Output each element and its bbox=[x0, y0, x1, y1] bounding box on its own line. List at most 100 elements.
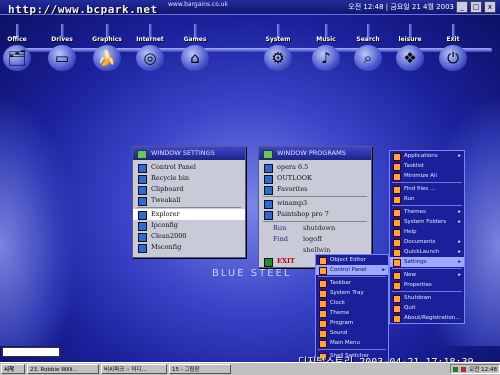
menu-item[interactable]: Program bbox=[316, 318, 388, 328]
menu-item-icon bbox=[319, 300, 327, 308]
menu-item[interactable]: Settings ▸ bbox=[390, 257, 464, 267]
item-icon bbox=[138, 164, 147, 173]
settings-item[interactable]: Recycle bin bbox=[133, 173, 245, 184]
minimize-button[interactable]: _ bbox=[456, 1, 468, 13]
dock-item-exit[interactable]: Exit ⏻ bbox=[435, 24, 471, 71]
maximize-button[interactable]: □ bbox=[470, 1, 482, 13]
desktop: http://www.bcpark.net www.bargains.co.uk… bbox=[0, 0, 500, 362]
menu-item[interactable]: New ▸ bbox=[390, 270, 464, 280]
menu-item[interactable]: About/Registration... bbox=[390, 313, 464, 323]
menu-item[interactable]: Theme bbox=[316, 308, 388, 318]
menu-item[interactable]: Object Editor bbox=[316, 255, 388, 265]
start-button[interactable]: 시작 bbox=[1, 364, 25, 374]
dock-item-graphics[interactable]: Graphics 🍌 bbox=[89, 24, 125, 71]
dock-item-games[interactable]: Games ⌂ bbox=[177, 24, 213, 71]
dock-item-music[interactable]: Music ♪ bbox=[308, 24, 344, 71]
menu-item-label: Clock bbox=[330, 300, 345, 306]
menu-item-icon bbox=[319, 330, 327, 338]
run-row[interactable]: Find logoff bbox=[259, 234, 371, 245]
menu-item[interactable]: System Folders ▸ bbox=[390, 217, 464, 227]
menu-item-label: Main Menu bbox=[330, 340, 360, 346]
menu-item-icon bbox=[393, 209, 401, 217]
program-item[interactable]: winamp3 bbox=[259, 198, 371, 209]
settings-item[interactable]: Control Panel bbox=[133, 162, 245, 173]
tray-icon[interactable] bbox=[453, 366, 459, 372]
item-icon bbox=[264, 200, 273, 209]
run-key: Run bbox=[273, 224, 287, 232]
run-value: shutdown bbox=[303, 224, 336, 232]
run-row[interactable]: Run shutdown bbox=[259, 223, 371, 234]
close-button[interactable]: x bbox=[484, 1, 496, 13]
divider bbox=[392, 291, 462, 292]
menu-item[interactable]: Sound bbox=[316, 328, 388, 338]
settings-item[interactable]: Msconfig bbox=[133, 242, 245, 253]
item-label: Control Panel bbox=[151, 163, 196, 171]
settings-item[interactable]: Explorer bbox=[133, 209, 245, 220]
menu-item-icon bbox=[319, 310, 327, 318]
menu-item-label: Applications bbox=[404, 153, 438, 159]
item-icon bbox=[138, 175, 147, 184]
menu-item[interactable]: Quit bbox=[390, 303, 464, 313]
dock-item-internet[interactable]: Internet ◎ bbox=[132, 24, 168, 71]
item-label: Favorites bbox=[277, 185, 308, 193]
system-icon: ⚙ bbox=[264, 45, 292, 71]
menu-item[interactable]: Themes ▸ bbox=[390, 207, 464, 217]
panel-icon bbox=[263, 150, 273, 159]
menu-item-icon bbox=[319, 320, 327, 328]
taskbar-button[interactable]: 15 - 그림판 bbox=[169, 364, 231, 374]
item-label: Tweakall bbox=[151, 196, 181, 204]
program-item[interactable]: opera 6.5 bbox=[259, 162, 371, 173]
menu-item-label: Quit bbox=[404, 305, 416, 311]
menu-item-label: Help bbox=[404, 229, 417, 235]
main-menu: Applications ▸ Tasklist Minimize All Find fi… bbox=[389, 150, 465, 324]
menu-item[interactable]: Documents ▸ bbox=[390, 237, 464, 247]
menu-item[interactable]: Minimize All bbox=[390, 171, 464, 181]
menu-item[interactable]: Run bbox=[390, 194, 464, 204]
dock-item-leisure[interactable]: leisure ❖ bbox=[392, 24, 428, 71]
menu-item[interactable]: Shutdown bbox=[390, 293, 464, 303]
menu-item-icon bbox=[393, 196, 401, 204]
menu-item[interactable]: Main Menu bbox=[316, 338, 388, 348]
item-label: Explorer bbox=[151, 210, 180, 218]
menu-item-label: System Folders bbox=[404, 219, 447, 225]
menu-item[interactable]: Find files ... bbox=[390, 184, 464, 194]
divider bbox=[263, 221, 367, 222]
taskbar-button[interactable]: 23. Robbie Willi... bbox=[27, 364, 99, 374]
taskbar-button[interactable]: 비씨파크 :: 미디... bbox=[101, 364, 167, 374]
settings-item[interactable]: Tweakall bbox=[133, 195, 245, 206]
menu-item[interactable]: Applications ▸ bbox=[390, 151, 464, 161]
left-decor bbox=[0, 96, 80, 346]
menu-item[interactable]: Taskbar bbox=[316, 278, 388, 288]
run-input[interactable] bbox=[2, 347, 60, 357]
program-item[interactable]: Paintshop pro 7 bbox=[259, 209, 371, 220]
settings-item[interactable]: Clean2000 bbox=[133, 231, 245, 242]
drive-icon: ▭ bbox=[48, 45, 76, 71]
menu-item-icon bbox=[393, 272, 401, 280]
menu-item[interactable]: Clock bbox=[316, 298, 388, 308]
settings-item[interactable]: Ipconfig bbox=[133, 220, 245, 231]
chevron-right-icon: ▸ bbox=[382, 267, 385, 273]
settings-item[interactable]: Clipboard bbox=[133, 184, 245, 195]
item-icon bbox=[138, 197, 147, 206]
menu-item[interactable]: Properties bbox=[390, 280, 464, 290]
top-bar: http://www.bcpark.net www.bargains.co.uk… bbox=[0, 0, 500, 16]
menu-item-icon bbox=[319, 280, 327, 288]
menu-item-label: Documents bbox=[404, 239, 436, 245]
program-item[interactable]: Favorites bbox=[259, 184, 371, 195]
menu-item-label: Properties bbox=[404, 282, 432, 288]
menu-item-label: New bbox=[404, 272, 416, 278]
item-label: winamp3 bbox=[277, 199, 308, 207]
menu-item-label: About/Registration... bbox=[404, 315, 461, 321]
dock-item-drives[interactable]: Drives ▭ bbox=[44, 24, 80, 71]
dock-item-system[interactable]: System ⚙ bbox=[260, 24, 296, 71]
menu-item[interactable]: QuickLaunch ▸ bbox=[390, 247, 464, 257]
menu-item[interactable]: Help bbox=[390, 227, 464, 237]
menu-item[interactable]: System Tray bbox=[316, 288, 388, 298]
menu-item[interactable]: Tasklist bbox=[390, 161, 464, 171]
dock-item-search[interactable]: Search ⌕ bbox=[350, 24, 386, 71]
tray-icon[interactable] bbox=[461, 366, 467, 372]
chevron-right-icon: ▸ bbox=[458, 259, 461, 265]
program-item[interactable]: OUTLOOK bbox=[259, 173, 371, 184]
menu-item[interactable]: Control Panel ▸ bbox=[316, 265, 388, 275]
dock-item-office[interactable]: Office 🗂 bbox=[0, 24, 35, 71]
